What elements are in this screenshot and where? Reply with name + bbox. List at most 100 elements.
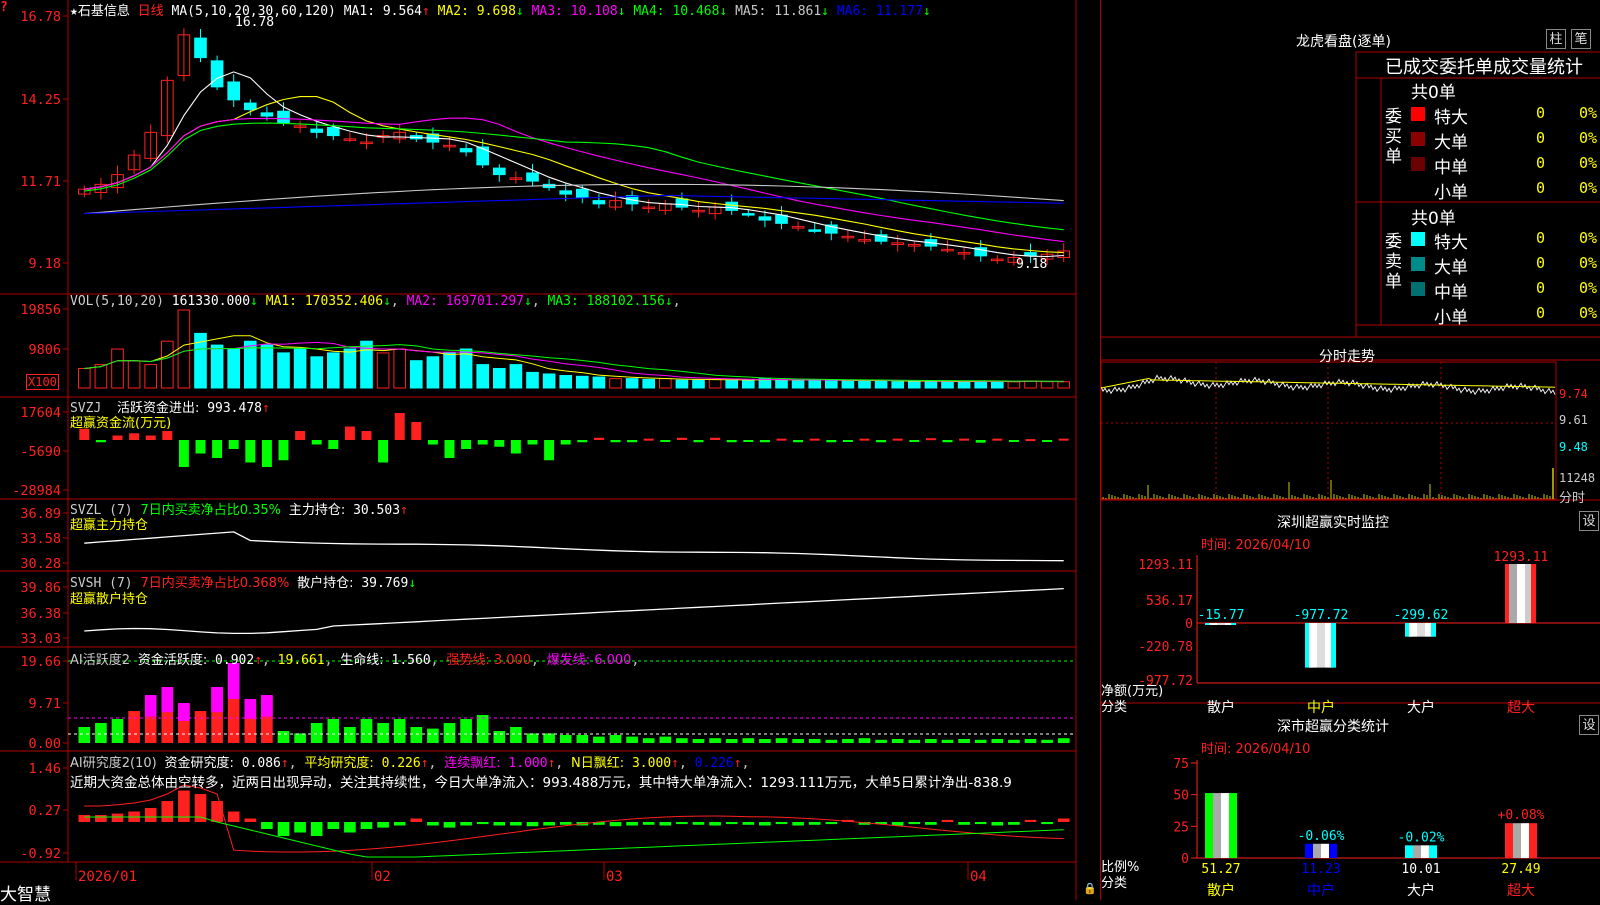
ai-active-bar-burst xyxy=(211,687,223,713)
ai-research-bar xyxy=(310,822,323,836)
sell-count-4: 0 xyxy=(1536,304,1546,322)
classify-y-tick: 25 xyxy=(1173,820,1189,835)
volume-bar xyxy=(127,360,141,389)
vol-unit[interactable]: X100 xyxy=(26,374,59,390)
volume-bar xyxy=(526,371,539,389)
svzl-hold-value: 30.503 xyxy=(353,503,401,518)
volume-bar xyxy=(210,344,224,389)
svzj-bar xyxy=(676,437,687,440)
volume-bar xyxy=(592,376,606,389)
classify-bar-stripe xyxy=(1505,823,1513,858)
classify-value-label: 27.49 xyxy=(1501,862,1540,877)
ai-research-bar xyxy=(510,822,522,826)
monitor-bar-4 xyxy=(1505,564,1536,623)
classify-category-label: 中户 xyxy=(1307,882,1335,899)
svzj-bar xyxy=(527,440,538,445)
classify-bar-stripe xyxy=(1429,845,1437,858)
ai-research-bar xyxy=(676,822,688,825)
y-tick-label: 9806 xyxy=(28,342,61,358)
ai-research-bar xyxy=(211,801,223,822)
ai-research-value4: 3.000 xyxy=(631,756,672,771)
classify-bar-stripe xyxy=(1521,823,1529,858)
ma-value-5: MA5: 11.861 xyxy=(727,4,822,19)
volume-bar xyxy=(675,379,689,389)
ma-value-6: MA6: 11.177 xyxy=(829,4,923,19)
svzj-bar xyxy=(1042,440,1053,442)
classify-value-label: 11.23 xyxy=(1301,862,1340,877)
volume-bar xyxy=(924,380,938,389)
buy-count-4: 0 xyxy=(1536,179,1546,197)
svzj-bar xyxy=(726,440,737,443)
classify-delta-label: +0.08% xyxy=(1498,808,1545,823)
ai-research-bar xyxy=(294,822,306,833)
classify-bar-stripe xyxy=(1313,843,1321,858)
candles xyxy=(77,28,1071,266)
classify-time: 时间: 2026/04/10 xyxy=(1201,742,1311,757)
volume-bar xyxy=(858,379,871,389)
ai-active-arrow: ↑ xyxy=(254,653,263,668)
svsh-hold-label: 散户持仓: xyxy=(297,576,354,591)
vol-ma-value-1: MA1: 170352.406 xyxy=(265,294,384,309)
right-panel-canvas: 1293.11536.170-220.78-977.72-15.77散户-977… xyxy=(1101,51,1600,899)
monitor-title: 深圳超赢实时监控 xyxy=(1277,515,1389,531)
ai-active-bar xyxy=(377,723,389,743)
ai-research-bar xyxy=(493,822,506,826)
star-icon[interactable]: ★ xyxy=(70,4,78,19)
candle-body xyxy=(526,172,539,182)
period-label[interactable]: 日线 xyxy=(138,4,164,19)
intraday-avg-line xyxy=(1101,377,1556,389)
svzj-bar xyxy=(544,440,555,461)
ai-research-value1: 0.086 xyxy=(241,756,281,771)
intraday-title: 分时走势 xyxy=(1319,349,1375,365)
svzj-bar xyxy=(776,438,787,441)
ai-active-header: AI活跃度2 资金活跃度: 0.902↑, 19.661, 生命线: 1.560… xyxy=(70,653,640,668)
ai-research-value2: 0.226 xyxy=(381,756,421,771)
ai-active-bar xyxy=(78,727,91,743)
pillar-button[interactable]: 柱 xyxy=(1546,29,1566,49)
monitor-settings-button[interactable]: 设 xyxy=(1579,511,1599,531)
candle-body xyxy=(592,200,606,205)
ai-active-bar xyxy=(974,739,987,743)
sell-count-2: 0 xyxy=(1536,254,1546,272)
svzj-bar xyxy=(627,440,638,443)
volume-bar xyxy=(476,364,490,389)
ai-research-bar xyxy=(427,822,439,826)
volume-bar xyxy=(177,309,191,389)
sell-swatch-4 xyxy=(1411,307,1425,321)
ai-active-bar xyxy=(875,739,887,743)
ai-research-value3: 1.000 xyxy=(508,756,548,771)
volume-bar xyxy=(94,364,108,389)
ai-active-bar xyxy=(310,723,323,743)
ai-active-bar xyxy=(825,739,838,743)
ai-active-bar xyxy=(277,731,290,743)
ai-research-title: AI研究度2(10) xyxy=(70,756,157,771)
volume-bar xyxy=(990,381,1004,389)
classify-settings-button[interactable]: 设 xyxy=(1579,715,1599,735)
buy-pct-3: 0% xyxy=(1579,154,1598,172)
monitor-bar-stripe xyxy=(1517,564,1525,623)
kline-area[interactable]: 16.78 14.25 11.71 9.18 19856 9806 17604 -5690 -2… xyxy=(0,0,1100,905)
ai-active-bar xyxy=(360,719,373,743)
ai-active-bar xyxy=(95,723,107,743)
svzj-bar xyxy=(643,438,654,441)
candle-body xyxy=(194,37,207,59)
volume-bar xyxy=(708,378,722,389)
vol-arrow: ↓ xyxy=(250,294,258,309)
classify-bar-3 xyxy=(1405,845,1437,858)
ai-active-bar xyxy=(908,739,921,743)
ai-active-label3: 生命线: xyxy=(340,653,384,668)
ai-research-header: AI研究度2(10) 资金研究度: 0.086↑, 平均研究度: 0.226↑,… xyxy=(70,756,750,771)
ai-active-bar xyxy=(576,735,589,743)
ai-active-bar xyxy=(1008,739,1020,743)
ai-research-bar xyxy=(1057,818,1070,822)
lock-icon[interactable]: 🔒 xyxy=(1083,882,1097,895)
monitor-x-label: 分类 xyxy=(1101,700,1128,715)
ai-active-bar xyxy=(111,719,124,743)
intraday-tick-2: 9.61 xyxy=(1559,413,1588,427)
vol-ma-value-3: MA3: 188102.156 xyxy=(539,294,665,309)
pen-button[interactable]: 笔 xyxy=(1571,29,1591,49)
svzj-bar xyxy=(593,437,604,440)
ma-value-4: MA4: 10.468 xyxy=(625,4,720,19)
monitor-value-label: -15.77 xyxy=(1198,608,1245,623)
ai-research-bar xyxy=(95,815,107,822)
